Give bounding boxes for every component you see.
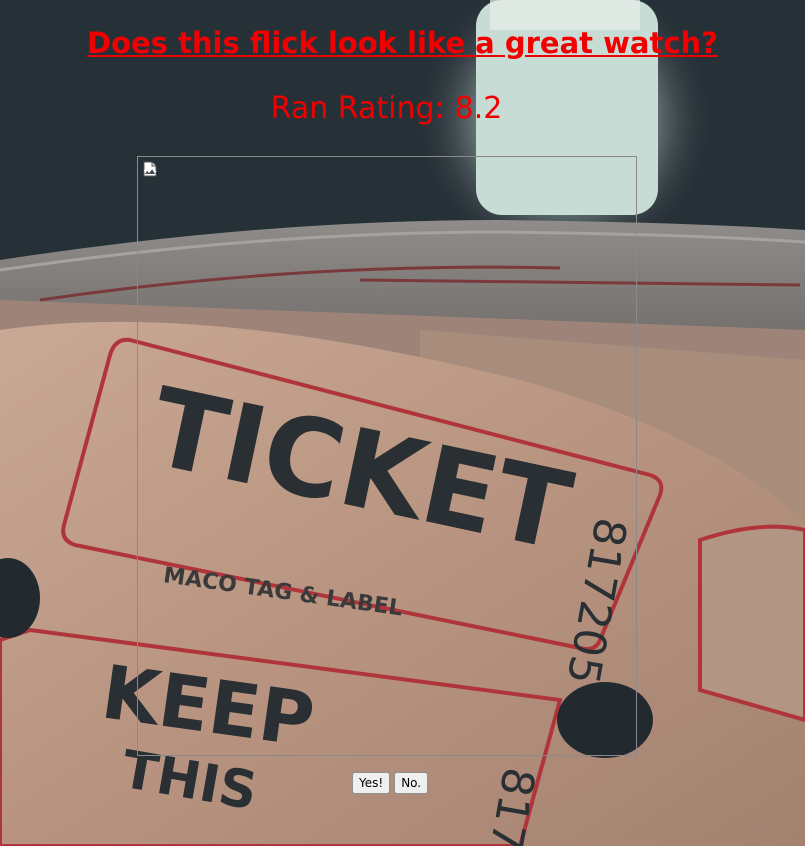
vote-buttons: Yes! No. [352,772,429,794]
no-button[interactable]: No. [394,772,429,794]
yes-button[interactable]: Yes! [352,772,391,794]
question-heading: Does this flick look like a great watch? [87,26,718,60]
rating-label: Ran Rating: [270,91,445,126]
rating-line: Ran Rating: 8.2 [0,90,773,128]
rating-value: 8.2 [454,91,503,126]
movie-poster-image [137,156,637,756]
broken-image-icon [143,161,157,177]
